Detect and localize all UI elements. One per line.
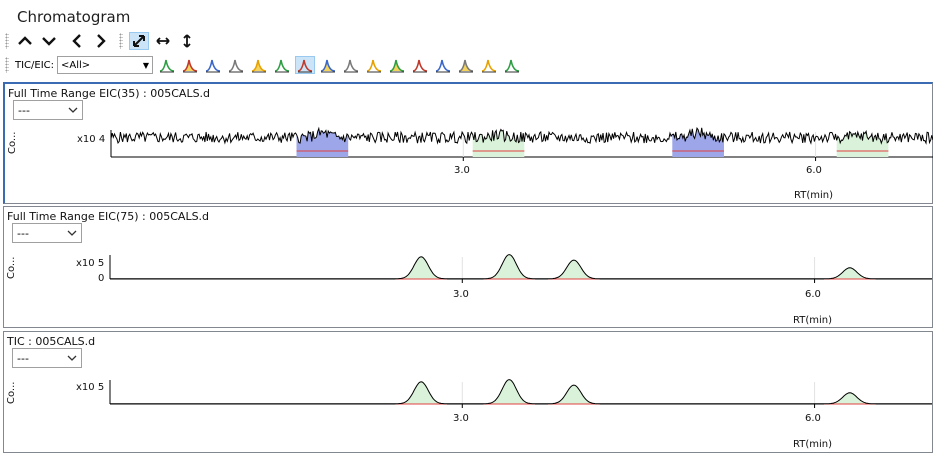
peak-area bbox=[395, 381, 448, 404]
peak-area bbox=[548, 260, 600, 279]
x-tick-label: 6.0 bbox=[805, 289, 821, 300]
toolbar-grip[interactable] bbox=[5, 57, 9, 73]
x-axis-label: RT(min) bbox=[793, 315, 832, 326]
peak-area bbox=[672, 127, 724, 157]
add-peak-icon[interactable] bbox=[433, 56, 453, 74]
chevron-down-icon[interactable] bbox=[39, 32, 59, 50]
peak-area bbox=[483, 254, 536, 279]
x-axis-label: RT(min) bbox=[794, 190, 833, 201]
peak-table-icon[interactable] bbox=[180, 56, 200, 74]
mark-peak-icon[interactable] bbox=[272, 56, 292, 74]
peak-area bbox=[296, 128, 349, 157]
toolbar-grip[interactable] bbox=[5, 33, 9, 49]
window-title: Chromatogram bbox=[17, 8, 131, 26]
chromatogram-pane[interactable]: TIC : 005CALS.d --- Co... x10 5 3.0 6.0 … bbox=[3, 331, 933, 453]
chromatogram-plot[interactable] bbox=[4, 332, 932, 452]
chevron-left-icon[interactable] bbox=[67, 32, 87, 50]
peak-area bbox=[823, 392, 876, 404]
x-tick-label: 6.0 bbox=[806, 165, 822, 176]
chromatogram-pane[interactable]: Full Time Range EIC(35) : 005CALS.d --- … bbox=[3, 82, 933, 204]
chromatogram-trace bbox=[110, 126, 933, 145]
x-tick-label: 3.0 bbox=[454, 165, 470, 176]
baseline-icon[interactable] bbox=[364, 56, 384, 74]
x-tick-label: 3.0 bbox=[453, 413, 469, 424]
toolbar-grip[interactable] bbox=[119, 33, 123, 49]
tic-eic-select[interactable]: <All> ▼ bbox=[57, 56, 154, 74]
export-icon[interactable] bbox=[410, 56, 430, 74]
x-tick-label: 6.0 bbox=[805, 413, 821, 424]
peak-area bbox=[472, 129, 525, 157]
integrate-icon[interactable] bbox=[157, 56, 177, 74]
autoscale-y-icon[interactable] bbox=[177, 32, 197, 50]
peak-area-icon[interactable] bbox=[295, 56, 316, 74]
peak-label-icon[interactable] bbox=[341, 56, 361, 74]
split-peak-icon[interactable] bbox=[387, 56, 407, 74]
chromatogram-pane[interactable]: Full Time Range EIC(75) : 005CALS.d --- … bbox=[3, 206, 933, 328]
navigation-toolbar bbox=[5, 31, 201, 51]
chevron-up-icon[interactable] bbox=[15, 32, 35, 50]
autoscale-x-icon[interactable] bbox=[153, 32, 173, 50]
peak-area bbox=[483, 379, 536, 404]
spectrum-icon[interactable] bbox=[479, 56, 499, 74]
peak-area bbox=[395, 256, 448, 279]
peak-select-icon[interactable] bbox=[318, 56, 338, 74]
dropdown-arrow-icon: ▼ bbox=[142, 60, 150, 70]
chromatogram-toolbar: TIC/EIC: <All> ▼ bbox=[5, 55, 525, 75]
x-axis-label: RT(min) bbox=[793, 439, 832, 450]
delete-peak-icon[interactable] bbox=[456, 56, 476, 74]
subtract-icon[interactable] bbox=[249, 56, 269, 74]
peak-area bbox=[548, 385, 600, 404]
tic-eic-value: <All> bbox=[61, 59, 91, 71]
chevron-right-icon[interactable] bbox=[91, 32, 111, 50]
tool-icon-group bbox=[157, 56, 525, 74]
autoscale-both-icon[interactable] bbox=[129, 32, 149, 50]
chromatogram-plot[interactable] bbox=[5, 84, 933, 204]
x-tick-label: 3.0 bbox=[453, 289, 469, 300]
smooth-icon[interactable] bbox=[226, 56, 246, 74]
report-icon[interactable] bbox=[502, 56, 522, 74]
tic-eic-label: TIC/EIC: bbox=[15, 59, 55, 71]
peak-area bbox=[823, 267, 876, 279]
overlay-icon[interactable] bbox=[203, 56, 223, 74]
chromatogram-plot[interactable] bbox=[4, 207, 932, 327]
